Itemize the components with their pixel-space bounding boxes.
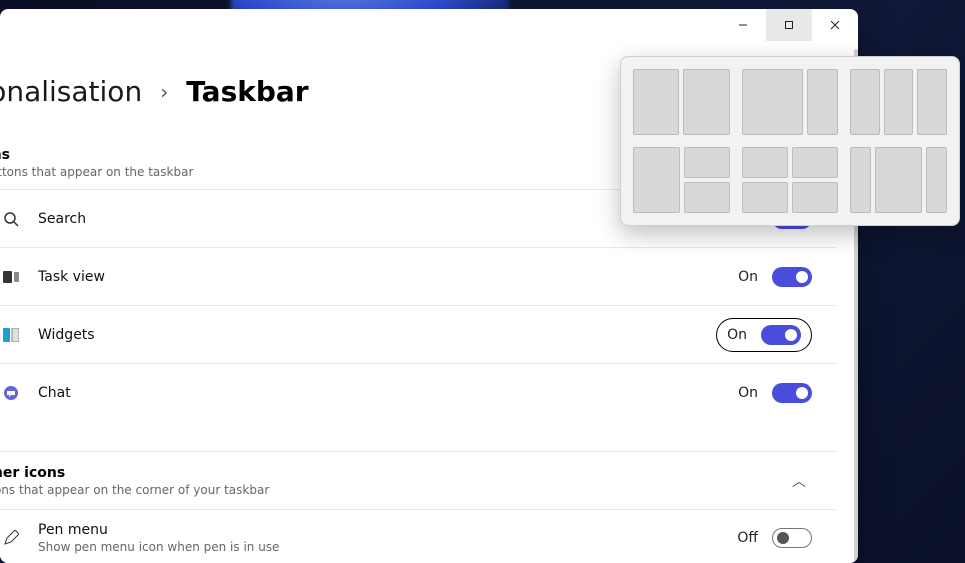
snap-option-three-columns[interactable] (848, 67, 949, 137)
row-subtitle: Show pen menu icon when pen is in use (38, 540, 737, 554)
section-title: Taskbar corner icons (0, 465, 792, 481)
breadcrumb-parent[interactable]: Personalisation (0, 75, 142, 108)
search-icon (2, 211, 20, 227)
chevron-right-icon: › (160, 80, 168, 104)
section-corner-icons-group: Taskbar corner icons Show or hide icons … (0, 451, 836, 563)
row-label: Pen menu (38, 522, 737, 538)
toggle-state-text: On (727, 327, 747, 343)
row-label: Widgets (38, 327, 716, 343)
breadcrumb: Personalisation › Taskbar (0, 75, 309, 108)
row-widgets: Widgets On (0, 305, 836, 363)
close-button[interactable] (812, 9, 858, 41)
minimize-button[interactable] (720, 9, 766, 41)
taskview-icon (2, 271, 20, 283)
focused-control: On (716, 318, 812, 352)
snap-option-split-50-50[interactable] (631, 67, 732, 137)
pen-icon (2, 530, 20, 546)
section-corner-header-row[interactable]: Taskbar corner icons Show or hide icons … (0, 451, 836, 509)
toggle-state-text: On (738, 269, 758, 285)
chat-toggle[interactable] (772, 383, 812, 403)
snap-option-left-plus-stack[interactable] (631, 145, 732, 215)
window-titlebar (720, 9, 858, 41)
row-label: Chat (38, 385, 738, 401)
widgets-toggle[interactable] (761, 325, 801, 345)
row-taskview: Task view On (0, 247, 836, 305)
snap-option-split-70-30[interactable] (740, 67, 841, 137)
maximize-button[interactable] (766, 9, 812, 41)
taskview-toggle[interactable] (772, 267, 812, 287)
snap-layouts-flyout (620, 56, 960, 226)
snap-option-center-wide[interactable] (848, 145, 949, 215)
penmenu-toggle[interactable] (772, 528, 812, 548)
row-penmenu: Pen menu Show pen menu icon when pen is … (0, 509, 836, 563)
toggle-state-text: On (738, 385, 758, 401)
page-title: Taskbar (186, 75, 308, 108)
row-label: Task view (38, 269, 738, 285)
toggle-state-text: Off (737, 530, 758, 546)
row-chat: Chat On (0, 363, 836, 421)
chevron-up-icon: ︿ (792, 471, 812, 491)
section-subtitle: Show or hide icons that appear on the co… (0, 483, 792, 497)
widgets-icon (2, 328, 20, 342)
snap-option-quadrants[interactable] (740, 145, 841, 215)
chat-icon (2, 385, 20, 401)
